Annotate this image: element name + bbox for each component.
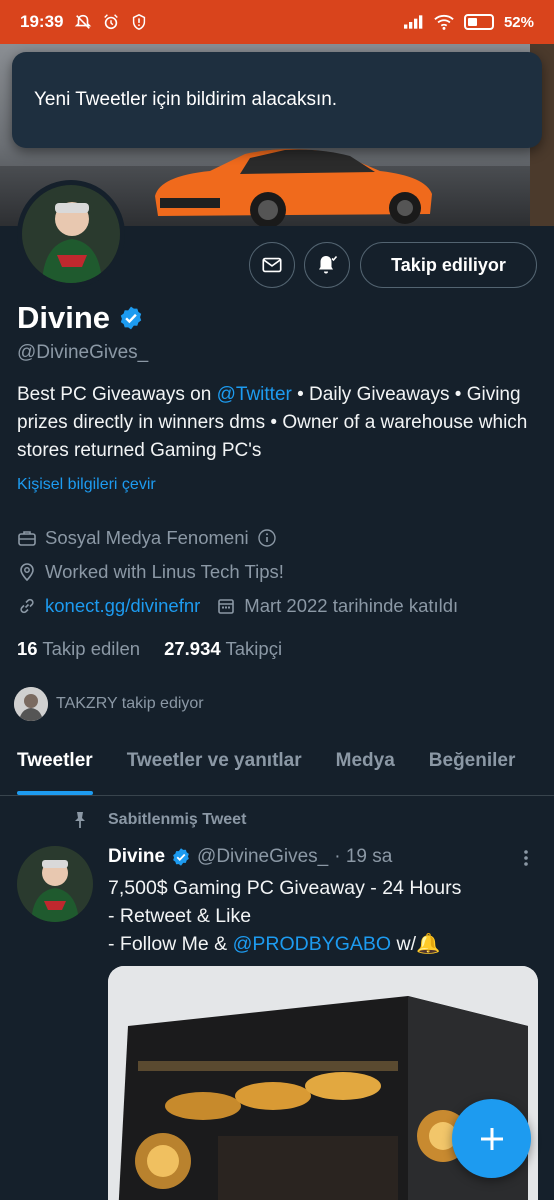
tweet-header: Divine @DivineGives_ · 19 sa: [108, 846, 392, 868]
profile-category-row: Sosyal Medya Fenomeni: [17, 527, 277, 549]
tab-tweets[interactable]: Tweetler: [0, 730, 110, 795]
profile-website-row: konect.gg/divinefnr Mart 2022 tarihinde …: [17, 595, 458, 617]
link-icon: [20, 598, 34, 614]
battery-icon: [463, 14, 494, 30]
signal-icon: [403, 12, 424, 32]
briefcase-icon: [18, 531, 36, 546]
profile-name: Divine: [17, 300, 144, 336]
following-label: Takip edilen: [42, 638, 141, 659]
message-button[interactable]: [249, 242, 295, 288]
followed-by-text: TAKZRY takip ediyor: [56, 695, 204, 712]
followers-label: Takipçi: [225, 638, 283, 659]
tweet-line-3-prefix: - Follow Me &: [108, 933, 233, 955]
following-count: 16: [17, 638, 38, 659]
profile-joined-date: Mart 2022 tarihinde katıldı: [244, 595, 459, 616]
followers-count: 27.934: [164, 638, 221, 659]
follow-counts: 16 Takip edilen 27.934 Takipçi: [17, 638, 282, 660]
tweet-avatar-image: [17, 846, 93, 922]
profile-category: Sosyal Medya Fenomeni: [45, 527, 249, 548]
profile-location-row: Worked with Linus Tech Tips!: [17, 561, 284, 583]
status-time: 19:39: [20, 12, 64, 31]
tweet-text: 7,500$ Gaming PC Giveaway - 24 Hours - R…: [108, 874, 528, 958]
tab-media[interactable]: Medya: [319, 730, 412, 795]
profile-website-link[interactable]: konect.gg/divinefnr: [45, 595, 200, 617]
tab-tweets-and-replies[interactable]: Tweetler ve yanıtlar: [110, 730, 319, 795]
more-vertical-icon[interactable]: [516, 848, 536, 868]
status-bar: 19:39 52%: [0, 0, 554, 44]
following-button[interactable]: Takip ediliyor: [360, 242, 537, 288]
tweet-line-2: - Retweet & Like: [108, 905, 252, 927]
location-pin-icon: [20, 563, 34, 582]
pinned-tweet-label: Sabitlenmiş Tweet: [70, 810, 246, 830]
toast-message: Yeni Tweetler için bildirim alacaksın.: [34, 89, 338, 110]
tweet-author-avatar[interactable]: [17, 846, 93, 922]
info-icon[interactable]: [257, 528, 277, 548]
tweet-mention-link[interactable]: @PRODBYGABO: [233, 933, 392, 955]
following-count-link[interactable]: 16 Takip edilen: [17, 638, 140, 660]
tweet-time: · 19 sa: [334, 846, 393, 867]
display-name: Divine: [17, 300, 111, 335]
pinned-text: Sabitlenmiş Tweet: [108, 811, 247, 828]
followers-count-link[interactable]: 27.934 Takipçi: [164, 638, 282, 660]
profile-tabs: Tweetler Tweetler ve yanıtlar Medya Beğe…: [0, 730, 554, 796]
verified-badge-icon: [173, 848, 189, 866]
verified-badge-icon: [120, 306, 142, 330]
muted-notifications-icon: [73, 12, 93, 32]
bio-text-1: Best PC Giveaways on: [17, 384, 217, 405]
tweet-author-handle: @DivineGives_: [197, 846, 329, 867]
followed-by-row[interactable]: TAKZRY takip ediyor: [14, 687, 204, 721]
profile-bio: Best PC Giveaways on @Twitter • Daily Gi…: [17, 381, 542, 465]
bell-notify-icon: [319, 255, 338, 274]
avatar-image: [22, 185, 120, 283]
alarm-icon: [101, 12, 121, 32]
alert-shield-icon: [129, 12, 149, 32]
calendar-icon: [218, 599, 235, 614]
bio-mention-link[interactable]: @Twitter: [217, 384, 292, 405]
tweet-line-3-suffix: w/🔔: [391, 933, 441, 955]
profile-handle: @DivineGives_: [17, 342, 149, 363]
envelope-icon: [262, 257, 282, 273]
tweet-line-3: - Follow Me & @PRODBYGABO w/🔔: [108, 930, 528, 958]
tab-likes[interactable]: Beğeniler: [412, 730, 533, 795]
compose-plus-icon: [480, 1127, 503, 1150]
pin-icon: [75, 812, 85, 828]
tweet-author-name[interactable]: Divine: [108, 846, 165, 868]
battery-percent: 52%: [503, 13, 534, 31]
compose-tweet-button[interactable]: [452, 1099, 531, 1178]
profile-location: Worked with Linus Tech Tips!: [45, 561, 284, 582]
tweet-line-1: 7,500$ Gaming PC Giveaway - 24 Hours: [108, 877, 462, 899]
notification-toast[interactable]: Yeni Tweetler için bildirim alacaksın.: [12, 52, 542, 148]
car-image: [155, 149, 432, 226]
notifications-button[interactable]: [304, 242, 350, 288]
translate-bio-link[interactable]: Kişisel bilgileri çevir: [17, 476, 156, 494]
profile-avatar[interactable]: [17, 180, 125, 288]
follower-avatar: [14, 687, 48, 721]
wifi-icon: [434, 12, 454, 32]
